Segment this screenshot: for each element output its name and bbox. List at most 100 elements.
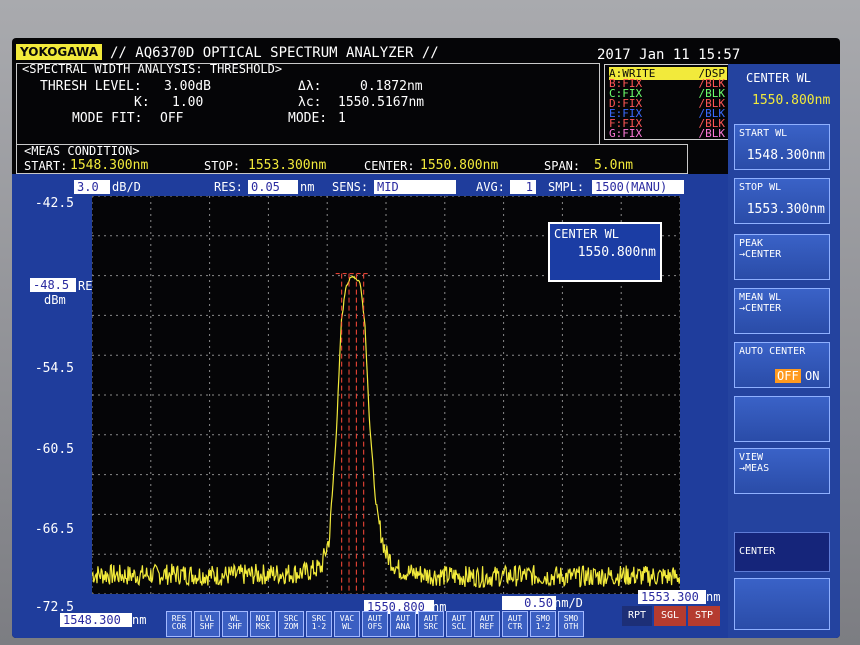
modefit-value: OFF [160, 111, 184, 126]
dlambda-value: 0.1872nm [360, 79, 423, 94]
sgl-button[interactable]: SGL [654, 606, 686, 626]
blank-softkey[interactable] [734, 396, 830, 442]
lambdac-value: 1550.5167nm [338, 95, 425, 110]
popup-label: CENTER WL [554, 227, 620, 241]
function-button-line2: ZOM [283, 622, 299, 631]
function-button-line2: 1·2 [311, 622, 327, 631]
mean-center-softkey[interactable]: MEAN WL →CENTER [734, 288, 830, 334]
peak-center-line2: →CENTER [739, 249, 782, 260]
trace-list: A:WRITE/DSP B:FIX/BLK C:FIX/BLK D:FIX/BL… [604, 64, 732, 140]
start-wl-value: 1548.300nm [746, 148, 825, 163]
x-div-unit: nm/D [554, 596, 583, 610]
smpl-input[interactable]: 1500(MANU) [592, 180, 684, 194]
y-tick-2: -54.5 [34, 361, 74, 376]
center-value: 1550.800nm [420, 158, 499, 173]
center-softkey[interactable]: CENTER [734, 532, 830, 572]
center-wl-value: 1550.800nm [752, 93, 831, 108]
function-button-aut-ana[interactable]: AUT ANA [390, 611, 416, 637]
function-button-noi-msk[interactable]: NOI MSK [250, 611, 276, 637]
instrument-title: // AQ6370D OPTICAL SPECTRUM ANALYZER // [110, 45, 439, 61]
function-button-line2: WL [342, 622, 352, 631]
peak-center-softkey[interactable]: PEAK →CENTER [734, 234, 830, 280]
center-wl-popup: CENTER WL 1550.800nm [548, 222, 662, 282]
function-button-line2: SCL [451, 622, 467, 631]
analyzer-screen: YOKOGAWA // AQ6370D OPTICAL SPECTRUM ANA… [12, 38, 840, 638]
stp-button[interactable]: STP [688, 606, 720, 626]
function-button-lvl-shf[interactable]: LVL SHF [194, 611, 220, 637]
auto-center-softkey[interactable]: AUTO CENTER OFF ON [734, 342, 830, 388]
function-button-src-zom[interactable]: SRC ZOM [278, 611, 304, 637]
smpl-label: SMPL: [548, 180, 585, 194]
function-button-aut-ctr[interactable]: AUT CTR [502, 611, 528, 637]
res-input[interactable]: 0.05 [248, 180, 298, 194]
function-button-res-cor[interactable]: RES COR [166, 611, 192, 637]
function-button-smo-oth[interactable]: SMO OTH [558, 611, 584, 637]
center-softkey-label: CENTER [739, 546, 776, 557]
span-label: SPAN: [544, 159, 581, 173]
center-wl-label: CENTER WL [746, 71, 812, 85]
start-label: START: [24, 159, 68, 173]
function-button-line2: OFS [367, 622, 383, 631]
sens-input[interactable]: MID [374, 180, 456, 194]
function-button-aut-src[interactable]: AUT SRC [418, 611, 444, 637]
function-button-aut-ref[interactable]: AUT REF [474, 611, 500, 637]
stop-wl-softkey[interactable]: STOP WL 1553.300nm [734, 178, 830, 224]
avg-label: AVG: [476, 180, 505, 194]
function-button-aut-ofs[interactable]: AUT OFS [362, 611, 388, 637]
mode-label: MODE: [288, 111, 328, 126]
analysis-header: <SPECTRAL WIDTH ANALYSIS: THRESHOLD> [22, 62, 283, 76]
popup-value: 1550.800nm [577, 245, 656, 260]
auto-center-on: ON [805, 369, 820, 383]
function-button-vac-wl[interactable]: VAC WL [334, 611, 360, 637]
peak-center-line1: PEAK [739, 238, 764, 249]
thresh-label: THRESH LEVEL: [40, 79, 142, 94]
function-button-line2: CTR [507, 622, 523, 631]
res-unit: nm [300, 180, 315, 194]
function-button-line2: SHF [227, 622, 243, 631]
y-unit: dBm [44, 293, 66, 307]
x-stop-input[interactable]: 1553.300 [638, 590, 706, 604]
lambdac-label: λc: [298, 95, 322, 110]
y-tick-4: -66.5 [34, 522, 74, 537]
y-tick-top: -42.5 [34, 196, 74, 211]
res-label: RES: [214, 180, 243, 194]
span-value: 5.0nm [594, 158, 634, 173]
function-button-line2: ANA [395, 622, 411, 631]
scale-input[interactable]: 3.0 [74, 180, 110, 194]
start-wl-softkey[interactable]: START WL 1548.300nm [734, 124, 830, 170]
mode-value: 1 [338, 111, 346, 126]
mean-center-line1: MEAN WL [739, 292, 782, 303]
auto-center-label: AUTO CENTER [739, 346, 806, 357]
thresh-value: 3.00dB [164, 79, 211, 94]
view-meas-line1: VIEW [739, 452, 764, 463]
dlambda-label: Δλ: [298, 79, 322, 94]
ref-level-input[interactable]: -48.5 [30, 278, 76, 292]
function-button-wl-shf[interactable]: WL SHF [222, 611, 248, 637]
function-button-aut-scl[interactable]: AUT SCL [446, 611, 472, 637]
function-button-line2: SRC [423, 622, 439, 631]
start-value: 1548.300nm [70, 158, 149, 173]
scale-unit: dB/D [112, 180, 141, 194]
stop-label: STOP: [204, 159, 241, 173]
trace-g[interactable]: G:FIX/BLK [609, 127, 727, 140]
function-button-line2: COR [171, 622, 187, 631]
brand-logo: YOKOGAWA [16, 44, 103, 60]
x-start-unit: nm [132, 613, 147, 627]
function-button-line2: MSK [255, 622, 271, 631]
view-meas-softkey[interactable]: VIEW →MEAS [734, 448, 830, 494]
meas-header: <MEAS CONDITION> [24, 144, 140, 158]
function-button-smo-1-2[interactable]: SMO 1·2 [530, 611, 556, 637]
function-button-src-1-2[interactable]: SRC 1·2 [306, 611, 332, 637]
stop-wl-value: 1553.300nm [746, 202, 825, 217]
avg-input[interactable]: 1 [510, 180, 536, 194]
mean-center-line2: →CENTER [739, 303, 782, 314]
x-div-input[interactable]: 0.50 [502, 596, 556, 610]
stop-wl-label: STOP WL [739, 182, 782, 193]
x-stop-unit: nm [706, 590, 721, 604]
function-button-line2: SHF [199, 622, 215, 631]
rpt-button[interactable]: RPT [622, 606, 652, 626]
function-button-line2: 1·2 [535, 622, 551, 631]
blank-softkey-bottom[interactable] [734, 578, 830, 630]
auto-center-off: OFF [775, 369, 801, 383]
x-start-input[interactable]: 1548.300 [60, 613, 132, 627]
